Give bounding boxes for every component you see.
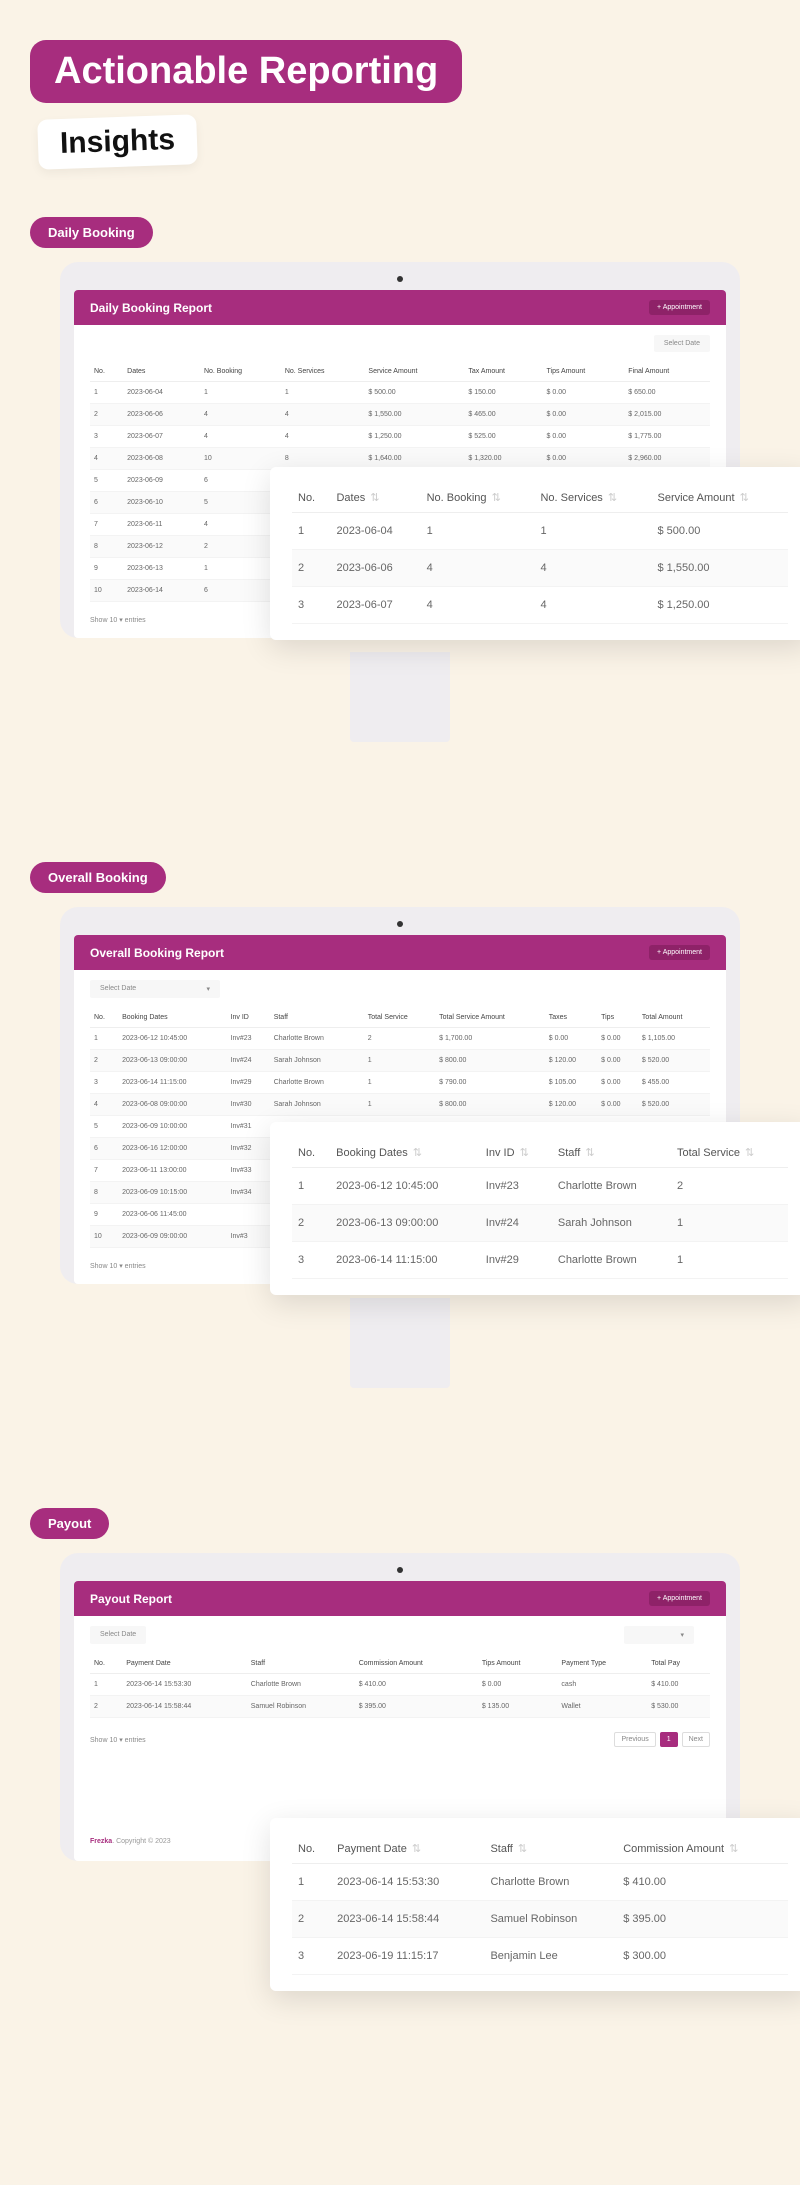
table-row[interactable]: 12023-06-0411$ 500.00	[292, 513, 788, 550]
payout-section: Payout Payout Report + Appointment Selec…	[30, 1508, 770, 1965]
prev-button[interactable]: Previous	[614, 1732, 655, 1747]
column-header[interactable]: Commission Amount	[355, 1654, 478, 1674]
table-row[interactable]: 32023-06-14 11:15:00Inv#29Charlotte Brow…	[90, 1072, 710, 1094]
table-row[interactable]: 22023-06-14 15:58:44Samuel Robinson$ 395…	[292, 1901, 788, 1938]
overall-tag: Overall Booking	[30, 862, 166, 893]
appointment-button[interactable]: + Appointment	[649, 300, 710, 315]
overall-title: Overall Booking Report	[90, 946, 224, 960]
column-header[interactable]: No. Booking ⇅	[421, 483, 535, 513]
daily-zoom: No.Dates ⇅No. Booking ⇅No. Services ⇅Ser…	[270, 467, 800, 640]
table-row[interactable]: 22023-06-0644$ 1,550.00	[292, 550, 788, 587]
column-header[interactable]: Total Amount	[638, 1008, 710, 1028]
hero-subtitle: Insights	[37, 114, 198, 170]
column-header[interactable]: Final Amount	[624, 362, 710, 382]
payout-table: No.Payment DateStaffCommission AmountTip…	[90, 1654, 710, 1718]
table-row[interactable]: 22023-06-0644$ 1,550.00$ 465.00$ 0.00$ 2…	[90, 404, 710, 426]
camera-dot	[397, 921, 403, 927]
table-row[interactable]: 12023-06-14 15:53:30Charlotte Brown$ 410…	[292, 1864, 788, 1901]
column-header[interactable]: Tips	[597, 1008, 638, 1028]
column-header[interactable]: Inv ID	[227, 1008, 270, 1028]
table-row[interactable]: 12023-06-12 10:45:00Inv#23Charlotte Brow…	[292, 1168, 788, 1205]
column-header[interactable]: No.	[292, 1138, 330, 1168]
table-row[interactable]: 12023-06-14 15:53:30Charlotte Brown$ 410…	[90, 1674, 710, 1696]
payout-zoom: No.Payment Date ⇅Staff ⇅Commission Amoun…	[270, 1818, 800, 1991]
payout-monitor: Payout Report + Appointment Select Date …	[60, 1553, 740, 1861]
column-header[interactable]: Inv ID ⇅	[480, 1138, 552, 1168]
table-row[interactable]: 32023-06-0744$ 1,250.00$ 525.00$ 0.00$ 1…	[90, 426, 710, 448]
appointment-button[interactable]: + Appointment	[649, 1591, 710, 1606]
column-header[interactable]: Dates ⇅	[330, 483, 420, 513]
table-row[interactable]: 12023-06-12 10:45:00Inv#23Charlotte Brow…	[90, 1028, 710, 1050]
select-date[interactable]: Select Date	[90, 1626, 146, 1644]
column-header[interactable]: Payment Date ⇅	[331, 1834, 484, 1864]
copyright: Frezka. Copyright © 2023	[74, 1838, 187, 1855]
daily-header: Daily Booking Report + Appointment	[74, 290, 726, 325]
column-header[interactable]: Tips Amount	[478, 1654, 558, 1674]
camera-dot	[397, 276, 403, 282]
column-header[interactable]: Payment Date	[122, 1654, 247, 1674]
monitor-stand	[350, 652, 450, 742]
column-header[interactable]: No.	[292, 483, 330, 513]
column-header[interactable]: Service Amount ⇅	[652, 483, 789, 513]
column-header[interactable]: Tips Amount	[543, 362, 625, 382]
overall-header: Overall Booking Report + Appointment	[74, 935, 726, 970]
column-header[interactable]: Staff	[247, 1654, 355, 1674]
column-header[interactable]: Payment Type	[557, 1654, 647, 1674]
daily-tag: Daily Booking	[30, 217, 153, 248]
column-header[interactable]: Staff	[270, 1008, 364, 1028]
daily-section: Daily Booking Daily Booking Report + App…	[30, 217, 770, 742]
column-header[interactable]: No. Booking	[200, 362, 281, 382]
table-row[interactable]: 12023-06-0411$ 500.00$ 150.00$ 0.00$ 650…	[90, 382, 710, 404]
next-button[interactable]: Next	[682, 1732, 710, 1747]
page-current[interactable]: 1	[660, 1732, 678, 1747]
hero: Actionable Reporting Insights	[30, 40, 770, 167]
table-row[interactable]: 22023-06-13 09:00:00Inv#24Sarah Johnson1	[292, 1205, 788, 1242]
column-header[interactable]: Commission Amount ⇅	[617, 1834, 788, 1864]
overall-section: Overall Booking Overall Booking Report +…	[30, 862, 770, 1388]
column-header[interactable]: No. Services	[281, 362, 365, 382]
appointment-button[interactable]: + Appointment	[649, 945, 710, 960]
column-header[interactable]: No.	[90, 362, 123, 382]
column-header[interactable]: Service Amount	[364, 362, 464, 382]
daily-title: Daily Booking Report	[90, 301, 212, 315]
column-header[interactable]: Total Pay	[647, 1654, 710, 1674]
column-header[interactable]: Tax Amount	[464, 362, 542, 382]
column-header[interactable]: Total Service ⇅	[671, 1138, 788, 1168]
hero-title: Actionable Reporting	[30, 40, 462, 103]
payout-pager: Show 10 ▾ entries Previous 1 Next	[74, 1728, 726, 1761]
monitor-stand	[350, 1298, 450, 1388]
column-header[interactable]: No. Services ⇅	[534, 483, 651, 513]
column-header[interactable]: Taxes	[545, 1008, 597, 1028]
table-row[interactable]: 32023-06-14 11:15:00Inv#29Charlotte Brow…	[292, 1242, 788, 1279]
table-row[interactable]: 42023-06-08 09:00:00Inv#30Sarah Johnson1…	[90, 1094, 710, 1116]
select-date[interactable]: Select Date	[654, 335, 710, 352]
column-header[interactable]: Booking Dates ⇅	[330, 1138, 480, 1168]
select-date-dropdown[interactable]: Select Date▾	[90, 980, 220, 998]
column-header[interactable]: Total Service	[364, 1008, 435, 1028]
payout-tag: Payout	[30, 1508, 109, 1539]
column-header[interactable]: Staff ⇅	[484, 1834, 617, 1864]
overall-zoom: No.Booking Dates ⇅Inv ID ⇅Staff ⇅Total S…	[270, 1122, 800, 1295]
table-row[interactable]: 22023-06-13 09:00:00Inv#24Sarah Johnson1…	[90, 1050, 710, 1072]
column-header[interactable]: Staff ⇅	[552, 1138, 671, 1168]
payout-header: Payout Report + Appointment	[74, 1581, 726, 1616]
dropdown-icon[interactable]: ▾	[624, 1626, 694, 1644]
table-row[interactable]: 32023-06-19 11:15:17Benjamin Lee$ 300.00	[292, 1938, 788, 1975]
payout-title: Payout Report	[90, 1592, 172, 1606]
column-header[interactable]: No.	[90, 1008, 118, 1028]
column-header[interactable]: No.	[292, 1834, 331, 1864]
column-header[interactable]: No.	[90, 1654, 122, 1674]
table-row[interactable]: 32023-06-0744$ 1,250.00	[292, 587, 788, 624]
column-header[interactable]: Total Service Amount	[435, 1008, 545, 1028]
column-header[interactable]: Dates	[123, 362, 200, 382]
table-row[interactable]: 22023-06-14 15:58:44Samuel Robinson$ 395…	[90, 1696, 710, 1718]
column-header[interactable]: Booking Dates	[118, 1008, 226, 1028]
camera-dot	[397, 1567, 403, 1573]
